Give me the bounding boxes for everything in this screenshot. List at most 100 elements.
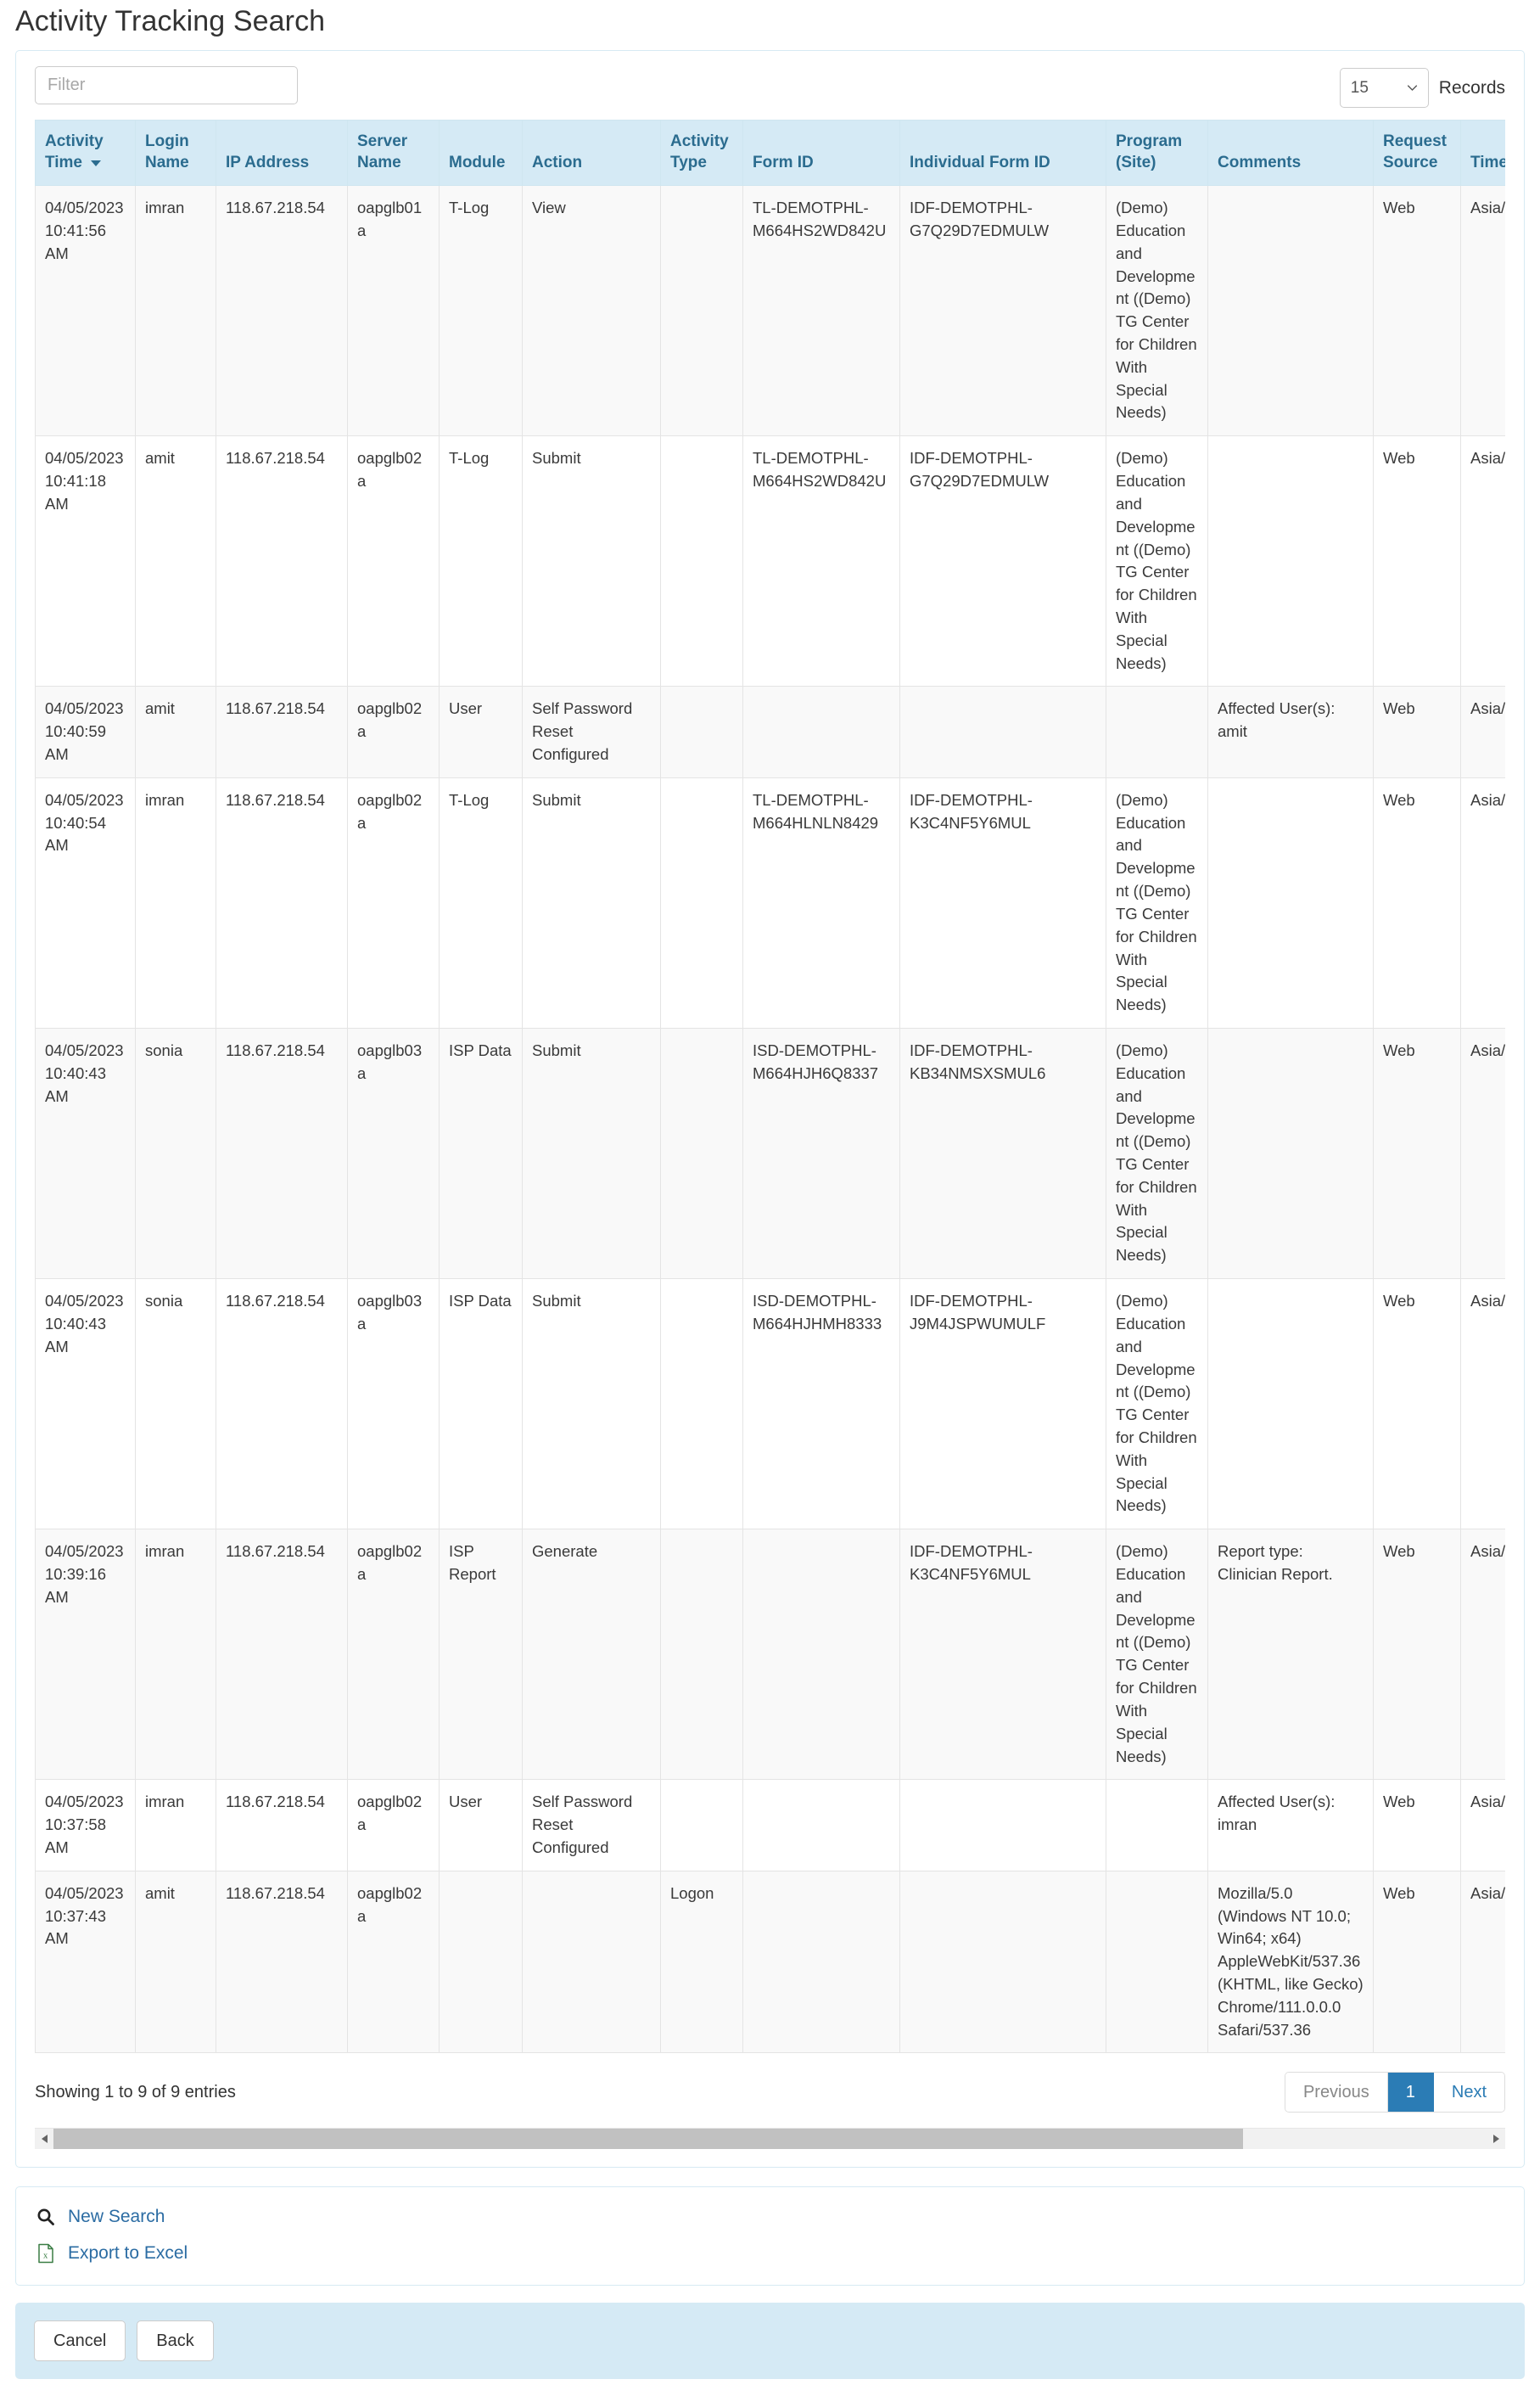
cell-request_source: Web [1373, 1027, 1461, 1280]
results-panel: 15 Records Activity T [15, 50, 1525, 2169]
cell-activity_time: 04/05/2023 10:40:59 AM [35, 686, 136, 778]
cell-login_name: amit [135, 1870, 216, 2054]
cell-form_id [742, 1870, 900, 2054]
column-header-activity_time[interactable]: Activity Time [35, 120, 136, 187]
cell-module [439, 1870, 523, 2054]
column-header-label: Module [449, 154, 506, 172]
cell-request_source: Web [1373, 1870, 1461, 2054]
cell-server_name: oapglb02a [347, 1870, 440, 2054]
cell-server_name: oapglb02a [347, 1779, 440, 1871]
column-header-activity_type[interactable]: Activity Type [660, 120, 743, 187]
cell-time_zone: Asia/Manila [1460, 1278, 1505, 1530]
pagination-previous-button[interactable]: Previous [1285, 2073, 1388, 2113]
cell-form_id [742, 1779, 900, 1871]
table-toolbar: 15 Records [35, 66, 1505, 120]
cell-program_site [1106, 1779, 1208, 1871]
table-footer: Showing 1 to 9 of 9 entries Previous 1 N… [35, 2053, 1505, 2124]
column-header-ip_address[interactable]: IP Address [216, 120, 348, 187]
table-row[interactable]: 04/05/2023 10:37:58 AM imran 118.67.218.54… [35, 1779, 1505, 1871]
cell-activity_time: 04/05/2023 10:39:16 AM [35, 1529, 136, 1781]
cell-activity_time: 04/05/2023 10:40:54 AM [35, 777, 136, 1029]
horizontal-scrollbar[interactable] [35, 2128, 1505, 2149]
filter-input[interactable] [35, 66, 298, 104]
cell-ip_address: 118.67.218.54 [216, 1027, 348, 1280]
column-header-time_zone[interactable]: Time Zone [1460, 120, 1505, 187]
column-header-action[interactable]: Action [522, 120, 661, 187]
column-header-module[interactable]: Module [439, 120, 523, 187]
column-header-individual_form_id[interactable]: Individual Form ID [899, 120, 1106, 187]
cell-login_name: imran [135, 1529, 216, 1781]
cell-form_id: TL-DEMOTPHL-M664HLNLN8429 [742, 777, 900, 1029]
cell-form_id [742, 1529, 900, 1781]
cell-activity_type: Logon [660, 1870, 743, 2054]
cancel-button[interactable]: Cancel [34, 2320, 126, 2362]
svg-text:x: x [43, 2252, 48, 2261]
activity-tracking-search-page: Activity Tracking Search 15 Records [0, 0, 1540, 2396]
column-header-server_name[interactable]: Server Name [347, 120, 440, 187]
cell-comments [1207, 1278, 1374, 1530]
cell-individual_form_id: IDF-DEMOTPHL-J9M4JSPWUMULF [899, 1278, 1106, 1530]
cell-action: Self Password Reset Configured [522, 686, 661, 778]
cell-program_site [1106, 1870, 1208, 2054]
cell-request_source: Web [1373, 1529, 1461, 1781]
table-body: 04/05/2023 10:41:56 AM imran 118.67.218.54… [35, 185, 1505, 2054]
cell-activity_type [660, 435, 743, 687]
cell-comments: Affected User(s): amit [1207, 686, 1374, 778]
cell-request_source: Web [1373, 185, 1461, 437]
column-header-label: Activity Type [670, 132, 729, 172]
cell-login_name: imran [135, 777, 216, 1029]
cell-individual_form_id [899, 686, 1106, 778]
cell-comments [1207, 1027, 1374, 1280]
cell-module: ISP Report [439, 1529, 523, 1781]
cell-action: Generate [522, 1529, 661, 1781]
cell-program_site: (Demo) Education and Development ((Demo)… [1106, 1027, 1208, 1280]
scroll-left-arrow-icon[interactable] [35, 2128, 53, 2149]
cell-module: ISP Data [439, 1278, 523, 1530]
pagination-next-button[interactable]: Next [1433, 2073, 1504, 2113]
cell-request_source: Web [1373, 1278, 1461, 1530]
pagination: Previous 1 Next [1284, 2072, 1505, 2113]
table-row[interactable]: 04/05/2023 10:40:43 AM sonia 118.67.218.54… [35, 1027, 1505, 1280]
table-row[interactable]: 04/05/2023 10:41:56 AM imran 118.67.218.54… [35, 185, 1505, 437]
table-row[interactable]: 04/05/2023 10:40:43 AM sonia 118.67.218.54… [35, 1278, 1505, 1530]
column-header-label: Login Name [145, 132, 189, 172]
records-per-page-select[interactable]: 15 [1339, 68, 1429, 108]
export-to-excel-link[interactable]: x Export to Excel [35, 2239, 1505, 2268]
table-row[interactable]: 04/05/2023 10:41:18 AM amit 118.67.218.54 o… [35, 435, 1505, 687]
column-header-login_name[interactable]: Login Name [135, 120, 216, 187]
cell-server_name: oapglb03a [347, 1278, 440, 1530]
new-search-label: New Search [68, 2207, 165, 2227]
cell-request_source: Web [1373, 1779, 1461, 1871]
cell-server_name: oapglb02a [347, 1529, 440, 1781]
pagination-page-1-button[interactable]: 1 [1387, 2073, 1434, 2113]
cell-individual_form_id [899, 1870, 1106, 2054]
cell-activity_time: 04/05/2023 10:37:43 AM [35, 1870, 136, 2054]
new-search-link[interactable]: New Search [35, 2202, 1505, 2231]
column-header-label: Program (Site) [1116, 132, 1183, 172]
table-row[interactable]: 04/05/2023 10:40:54 AM imran 118.67.218.54… [35, 777, 1505, 1029]
cell-activity_time: 04/05/2023 10:41:18 AM [35, 435, 136, 687]
cell-activity_type [660, 185, 743, 437]
scrollbar-thumb[interactable] [53, 2128, 1243, 2149]
table-row[interactable]: 04/05/2023 10:37:43 AM amit 118.67.218.54 o… [35, 1870, 1505, 2054]
scrollbar-track[interactable] [53, 2128, 1487, 2149]
table-row[interactable]: 04/05/2023 10:39:16 AM imran 118.67.218.54… [35, 1529, 1505, 1781]
column-header-label: Comments [1218, 154, 1302, 172]
showing-entries-text: Showing 1 to 9 of 9 entries [35, 2082, 236, 2101]
column-header-request_source[interactable]: Request Source [1373, 120, 1461, 187]
column-header-program_site[interactable]: Program (Site) [1106, 120, 1208, 187]
scroll-right-arrow-icon[interactable] [1487, 2128, 1505, 2149]
cell-comments [1207, 777, 1374, 1029]
cell-activity_type [660, 1529, 743, 1781]
table-row[interactable]: 04/05/2023 10:40:59 AM amit 118.67.218.54 o… [35, 686, 1505, 778]
cell-program_site: (Demo) Education and Development ((Demo)… [1106, 1529, 1208, 1781]
cell-comments: Affected User(s): imran [1207, 1779, 1374, 1871]
activity-tracking-table: Activity Time Login Name IP Address Server … [35, 120, 1505, 2054]
column-header-comments[interactable]: Comments [1207, 120, 1374, 187]
cell-comments [1207, 185, 1374, 437]
cell-ip_address: 118.67.218.54 [216, 1870, 348, 2054]
cell-action: Submit [522, 1027, 661, 1280]
table-head: Activity Time Login Name IP Address Server … [35, 120, 1505, 187]
column-header-form_id[interactable]: Form ID [742, 120, 900, 187]
back-button[interactable]: Back [137, 2320, 214, 2362]
